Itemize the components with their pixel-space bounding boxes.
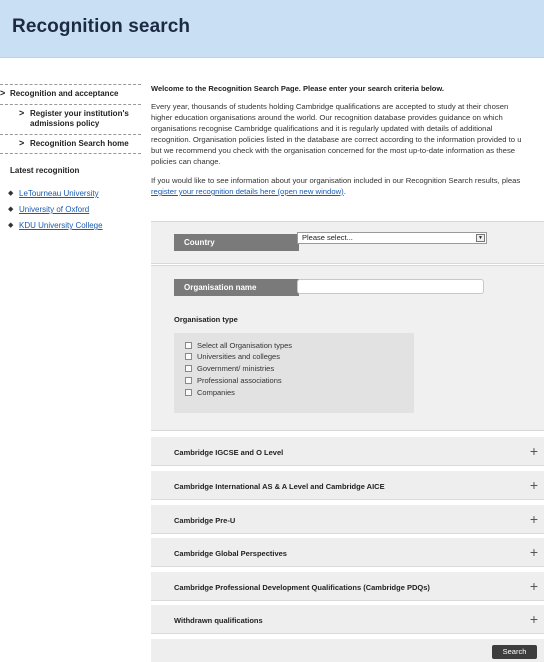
list-item: ◆ KDU University College bbox=[8, 221, 141, 230]
page-title: Recognition search bbox=[12, 16, 191, 37]
bullet-icon: ◆ bbox=[8, 190, 14, 197]
dropdown-arrow-icon[interactable]: ▼ bbox=[476, 234, 485, 242]
checkbox[interactable] bbox=[185, 377, 192, 384]
plus-icon[interactable]: + bbox=[530, 443, 538, 459]
sidebar-item-recognition-acceptance[interactable]: > Recognition and acceptance bbox=[0, 85, 141, 105]
bullet-icon: ◆ bbox=[8, 206, 14, 213]
search-button[interactable]: Search bbox=[492, 645, 537, 659]
register-link[interactable]: register your recognition details here (… bbox=[151, 187, 344, 196]
accordion-as-a-level[interactable]: Cambridge International AS & A Level and… bbox=[151, 471, 544, 500]
org-type-option[interactable]: Companies bbox=[185, 388, 235, 398]
plus-icon[interactable]: + bbox=[530, 477, 538, 493]
latest-recognition-list: ◆ LeTourneau University ◆ University of Ox… bbox=[8, 189, 141, 230]
latest-link[interactable]: LeTourneau University bbox=[19, 189, 99, 198]
accordion-global-perspectives[interactable]: Cambridge Global Perspectives + bbox=[151, 538, 544, 567]
checkbox[interactable] bbox=[185, 365, 192, 372]
latest-recognition-heading: Latest recognition bbox=[10, 166, 80, 175]
latest-link[interactable]: KDU University College bbox=[19, 221, 103, 230]
country-panel: Country Please select... ▼ bbox=[151, 221, 544, 264]
chevron-right-icon: > bbox=[0, 88, 6, 98]
intro-title: Welcome to the Recognition Search Page. … bbox=[151, 84, 445, 93]
organisation-type-box: Select all Organisation types Universiti… bbox=[174, 333, 414, 413]
bullet-icon: ◆ bbox=[8, 222, 14, 229]
checkbox[interactable] bbox=[185, 342, 192, 349]
organisation-name-input[interactable] bbox=[297, 279, 484, 294]
plus-icon[interactable]: + bbox=[530, 578, 538, 594]
checkbox[interactable] bbox=[185, 389, 192, 396]
accordion-igcse[interactable]: Cambridge IGCSE and O Level + bbox=[151, 437, 544, 466]
org-type-option[interactable]: Professional associations bbox=[185, 376, 282, 386]
sidebar: > Recognition and acceptance > Register … bbox=[0, 84, 141, 237]
plus-icon[interactable]: + bbox=[530, 511, 538, 527]
chevron-right-icon: > bbox=[19, 138, 25, 148]
latest-link[interactable]: University of Oxford bbox=[19, 205, 89, 214]
list-item: ◆ LeTourneau University bbox=[8, 189, 141, 198]
register-text: If you would like to see information abo… bbox=[151, 176, 521, 196]
list-item: ◆ University of Oxford bbox=[8, 205, 141, 214]
country-select[interactable]: Please select... ▼ bbox=[297, 232, 487, 244]
organisation-panel: Organisation name Organisation type Sele… bbox=[151, 265, 544, 431]
plus-icon[interactable]: + bbox=[530, 611, 538, 627]
org-type-option[interactable]: Government/ ministries bbox=[185, 364, 274, 374]
intro-text: Every year, thousands of students holdin… bbox=[151, 102, 522, 166]
chevron-right-icon: > bbox=[19, 108, 25, 118]
country-label: Country bbox=[174, 234, 299, 251]
page-header: Recognition search bbox=[0, 0, 544, 58]
main-content: Welcome to the Recognition Search Page. … bbox=[151, 84, 544, 197]
sidebar-item-register-policy[interactable]: > Register your institution's admissions… bbox=[0, 105, 141, 134]
plus-icon[interactable]: + bbox=[530, 544, 538, 560]
org-type-option[interactable]: Universities and colleges bbox=[185, 352, 280, 362]
organisation-name-label: Organisation name bbox=[174, 279, 299, 296]
accordion-pdqs[interactable]: Cambridge Professional Development Quali… bbox=[151, 572, 544, 601]
search-bar bbox=[151, 639, 544, 662]
checkbox[interactable] bbox=[185, 353, 192, 360]
sidebar-item-search-home[interactable]: > Recognition Search home bbox=[0, 134, 141, 154]
accordion-withdrawn[interactable]: Withdrawn qualifications + bbox=[151, 605, 544, 634]
accordion-pre-u[interactable]: Cambridge Pre-U + bbox=[151, 505, 544, 534]
org-type-option[interactable]: Select all Organisation types bbox=[185, 341, 292, 351]
organisation-type-label: Organisation type bbox=[174, 315, 238, 324]
